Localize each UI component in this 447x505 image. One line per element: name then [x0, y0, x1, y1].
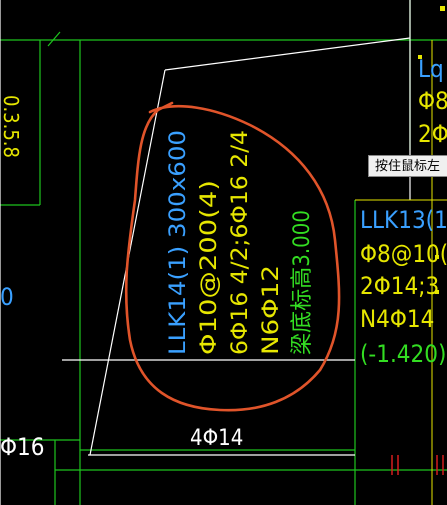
right-annotation-line-5: (-1.420)	[360, 340, 446, 368]
left-vertical-label: 0.3.5.8	[0, 95, 23, 158]
top-right-line-3: 2Φ	[418, 120, 447, 148]
right-annotation-line-2: Φ8@10(	[360, 240, 447, 268]
left-zero-label: 0	[0, 283, 14, 311]
red-marks	[391, 455, 444, 475]
bottom-rebar-label: 4Φ14	[190, 426, 243, 451]
beam-annotation-llk13[interactable]: LLK13(1 Φ8@10( 2Φ14;3 N4Φ14 (-1.420)	[360, 206, 447, 368]
right-annotation-line-3: 2Φ14;3	[360, 272, 439, 300]
beam-annotation-llk14[interactable]: LLK14(1) 300x600 Φ10@200(4) 6Φ16 4/2;6Φ1…	[166, 130, 315, 355]
cad-drawing-canvas[interactable]: LLK14(1) 300x600 Φ10@200(4) 6Φ16 4/2;6Φ1…	[0, 0, 447, 505]
annotation-line-4: N6Φ12	[259, 265, 284, 355]
top-right-line-1: Lq	[418, 55, 444, 83]
annotation-line-2: Φ10@200(4)	[197, 180, 222, 355]
annotation-line-1: LLK14(1) 300x600	[166, 130, 191, 355]
svg-text:0.3.5.8: 0.3.5.8	[0, 95, 23, 158]
cursor-tooltip: 按住鼠标左	[368, 155, 447, 177]
left-bottom-label: Φ16	[0, 433, 44, 461]
top-right-line-2: Φ8	[418, 87, 447, 115]
annotation-line-5: 梁底标高3.000	[290, 210, 315, 355]
right-annotation-line-4: N4Φ14	[360, 305, 434, 333]
beam-annotation-top-right[interactable]: Lq Φ8 2Φ	[418, 55, 447, 148]
annotation-line-3: 6Φ16 4/2;6Φ16 2/4	[228, 130, 253, 355]
right-annotation-line-1: LLK13(1	[360, 206, 447, 234]
